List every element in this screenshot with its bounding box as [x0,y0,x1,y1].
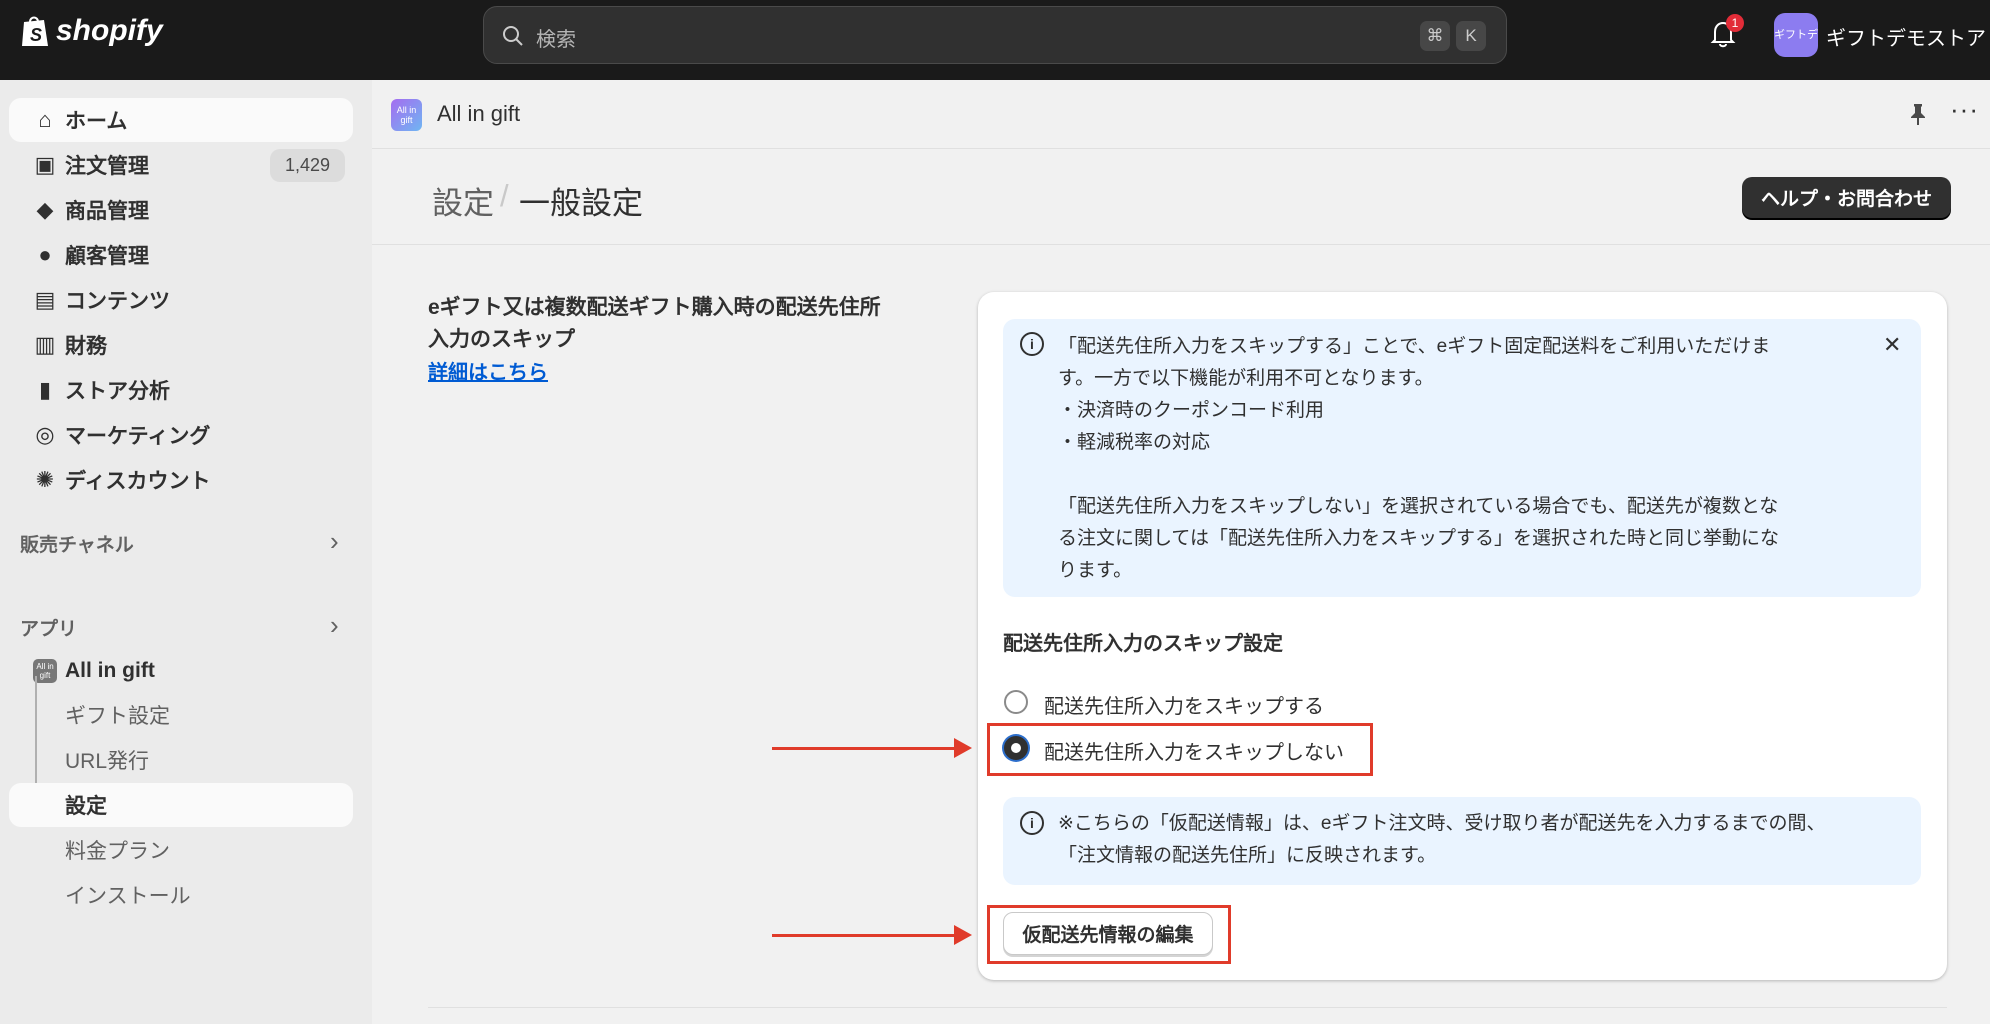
sidebar-item-0[interactable]: ⌂ ホーム [9,98,353,142]
banner-line: ・軽減税率の対応 [1058,432,1211,453]
apps-heading[interactable]: アプリ [20,614,77,641]
radio-skip-label[interactable]: 配送先住所入力をスキップする [1044,690,1324,719]
banner-line: 「配送先住所入力をスキップしない」を選択されている場合でも、配送先が複数とな [1058,496,1779,517]
content-icon: ▤ [34,287,56,312]
sidebar-item-label: ホーム [65,110,128,133]
banner-line: る注文に関しては「配送先住所入力をスキップする」を選択された時と同じ挙動にな [1058,528,1780,549]
highlight-box [987,905,1231,964]
chevron-right-icon[interactable]: › [330,610,339,641]
shortcut-k-key: K [1456,21,1486,51]
sidebar-item-8[interactable]: ✺ ディスカウント [9,458,353,502]
help-contact-button[interactable]: ヘルプ・お問合わせ [1742,177,1951,218]
sidebar-app-item-2[interactable]: 設定 [9,783,353,827]
radio-skip[interactable] [1004,690,1028,714]
svg-text:S: S [30,25,42,45]
sidebar-item-label: 商品管理 [65,200,149,223]
arrow-icon [772,925,972,945]
sidebar-item-label: 料金プラン [65,840,170,863]
banner-line: ・決済時のクーポンコード利用 [1058,400,1325,421]
sidebar-item-label: ディスカウント [65,470,211,493]
sidebar-item-label: 設定 [65,795,107,818]
note-line: ※こちらの「仮配送情報」は、eギフト注文時、受け取り者が配送先を入力するまでの間… [1058,813,1826,834]
search-placeholder: 検索 [536,29,576,51]
sidebar-item-label: インストール [65,885,191,908]
section-heading: eギフト又は複数配送ギフト購入時の配送先住所入力のスキップ [428,296,881,351]
details-link[interactable]: 詳細はこちら [428,356,548,385]
sidebar-app-all-in-gift[interactable]: All in gift All in gift [9,649,353,693]
shopify-logo[interactable]: S shopify [20,14,163,48]
sidebar-item-label: マーケティング [65,425,211,448]
sidebar-item-label: ギフト設定 [65,705,170,728]
page-title: 一般設定 [519,186,643,221]
search-input[interactable]: 検索 ⌘ K [483,6,1507,64]
app-icon: All in gift [391,99,422,131]
sidebar-item-label: ストア分析 [65,380,170,403]
home-icon: ⌂ [38,107,52,132]
notification-badge: 1 [1726,14,1744,32]
sidebar-item-label: 注文管理 [65,155,149,178]
banner-line: す。一方で以下機能が利用不可となります。 [1058,368,1434,389]
skip-setting-title: 配送先住所入力のスキップ設定 [1003,633,1283,655]
tag-icon: ◆ [36,197,54,222]
info-icon: i [1020,332,1044,356]
info-banner: i 「配送先住所入力をスキップする」ことで、eギフト固定配送料をご利用いただけま… [1003,319,1921,597]
app-title-bar: All in gift All in gift ··· [372,80,1990,149]
sidebar-item-6[interactable]: ▮ ストア分析 [9,368,353,412]
sidebar-app-item-1[interactable]: URL発行 [9,738,353,782]
discount-icon: ✺ [35,467,55,492]
sidebar-item-7[interactable]: ◎ マーケティング [9,413,353,457]
sidebar-item-label: 財務 [65,335,107,358]
banner-line: ります。 [1058,560,1133,581]
chevron-right-icon[interactable]: › [330,526,339,557]
sidebar-item-1[interactable]: ▣ 注文管理 1,429 [9,143,353,187]
search-icon [503,26,523,46]
sidebar-app-item-3[interactable]: 料金プラン [9,828,353,872]
highlight-box [987,723,1373,776]
bank-icon: ▥ [34,332,56,357]
sales-channels-heading[interactable]: 販売チャネル [20,530,134,557]
sidebar-item-label: All in gift [65,659,155,682]
sidebar-item-label: 顧客管理 [65,245,149,268]
sidebar-item-3[interactable]: ● 顧客管理 [9,233,353,277]
note-line: 「注文情報の配送先住所」に反映されます。 [1058,845,1437,866]
shortcut-cmd-key: ⌘ [1420,21,1450,51]
orders-count-badge: 1,429 [270,148,345,182]
shopify-bag-icon: S [22,16,48,46]
brand-name: shopify [56,14,163,47]
breadcrumb-settings[interactable]: 設定 [432,178,494,223]
divider [428,1007,1947,1008]
sidebar-item-5[interactable]: ▥ 財務 [9,323,353,367]
sidebar-item-4[interactable]: ▤ コンテンツ [9,278,353,322]
sidebar-item-2[interactable]: ◆ 商品管理 [9,188,353,232]
store-name[interactable]: ギフトデモストア [1826,22,1986,51]
info-icon: i [1020,811,1044,835]
person-icon: ● [38,242,52,267]
close-banner-button[interactable]: ✕ [1883,332,1901,358]
sidebar-app-item-4[interactable]: インストール [9,873,353,917]
store-avatar[interactable]: ギフトデモ [1774,13,1818,57]
target-icon: ◎ [35,422,55,447]
bar-chart-icon: ▮ [38,377,52,402]
more-options-icon[interactable]: ··· [1950,94,1979,125]
breadcrumb-separator: / [500,178,509,213]
sidebar-item-label: コンテンツ [65,290,170,313]
banner-line: 「配送先住所入力をスキップする」ことで、eギフト固定配送料をご利用いただけま [1058,336,1771,357]
pin-icon[interactable] [1908,102,1928,126]
note-banner: i ※こちらの「仮配送情報」は、eギフト注文時、受け取り者が配送先を入力するまで… [1003,797,1921,885]
inbox-icon: ▣ [34,152,56,177]
sidebar-app-item-0[interactable]: ギフト設定 [9,693,353,737]
app-title: All in gift [437,101,521,126]
sidebar-item-label: URL発行 [65,750,150,773]
arrow-icon [772,738,972,758]
